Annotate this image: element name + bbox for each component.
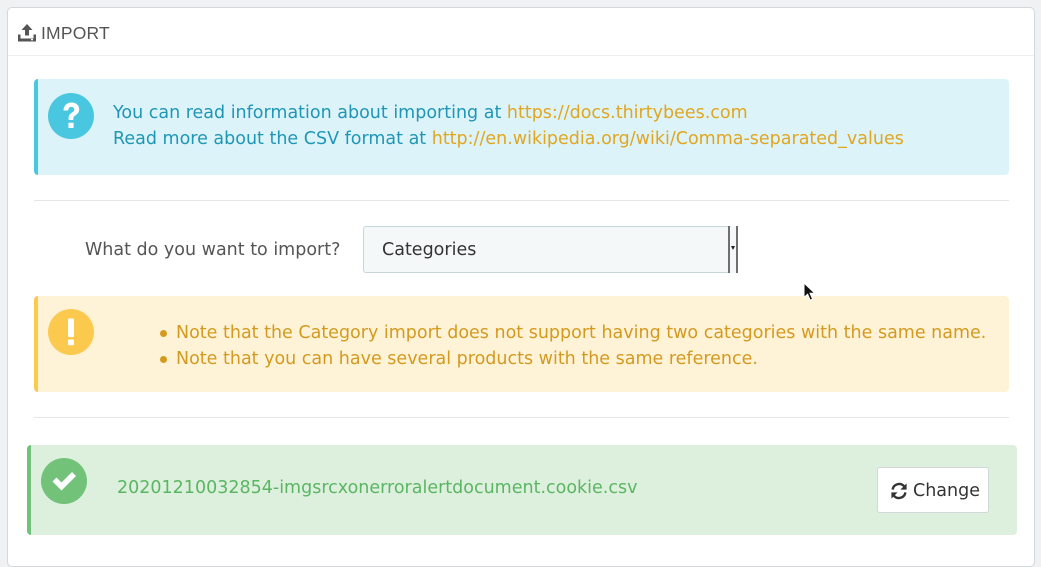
check-circle-icon: [41, 458, 87, 504]
warning-notes-list: Note that the Category import does not s…: [158, 320, 986, 372]
import-panel: IMPORT You can read information about im…: [7, 7, 1035, 567]
divider: [34, 200, 1009, 201]
caret-down-icon: [731, 246, 735, 250]
info-docs-text: You can read information about importing…: [113, 103, 507, 123]
page-title: IMPORT: [41, 23, 110, 43]
change-button-label: Change: [913, 481, 981, 501]
csv-format-link[interactable]: http://en.wikipedia.org/wiki/Comma-separ…: [432, 129, 904, 149]
panel-heading: IMPORT: [8, 8, 1034, 56]
divider: [34, 417, 1009, 418]
list-item: Note that you can have several products …: [158, 346, 986, 372]
info-csv-text: Read more about the CSV format at: [113, 129, 432, 149]
change-file-button[interactable]: Change: [877, 467, 989, 513]
list-item: Note that the Category import does not s…: [158, 320, 986, 346]
info-line-csv: Read more about the CSV format at http:/…: [113, 127, 904, 151]
import-type-selected-value: Categories: [382, 240, 477, 260]
upload-icon: [18, 24, 36, 42]
select-scroll-handle[interactable]: [728, 226, 738, 273]
info-alert: You can read information about importing…: [34, 79, 1009, 175]
info-line-docs: You can read information about importing…: [113, 101, 748, 125]
refresh-icon: [891, 482, 907, 500]
import-type-label: What do you want to import?: [85, 240, 341, 260]
uploaded-file-name: 20201210032854-imgsrcxonerroralertdocume…: [117, 478, 638, 498]
warning-alert: Note that the Category import does not s…: [34, 296, 1009, 392]
exclamation-circle-icon: [48, 309, 94, 355]
import-type-select[interactable]: Categories: [363, 226, 738, 273]
question-circle-icon: [48, 93, 94, 139]
uploaded-file-alert: 20201210032854-imgsrcxonerroralertdocume…: [27, 445, 1017, 535]
mouse-pointer-icon: [803, 282, 817, 301]
docs-link[interactable]: https://docs.thirtybees.com: [507, 103, 748, 123]
